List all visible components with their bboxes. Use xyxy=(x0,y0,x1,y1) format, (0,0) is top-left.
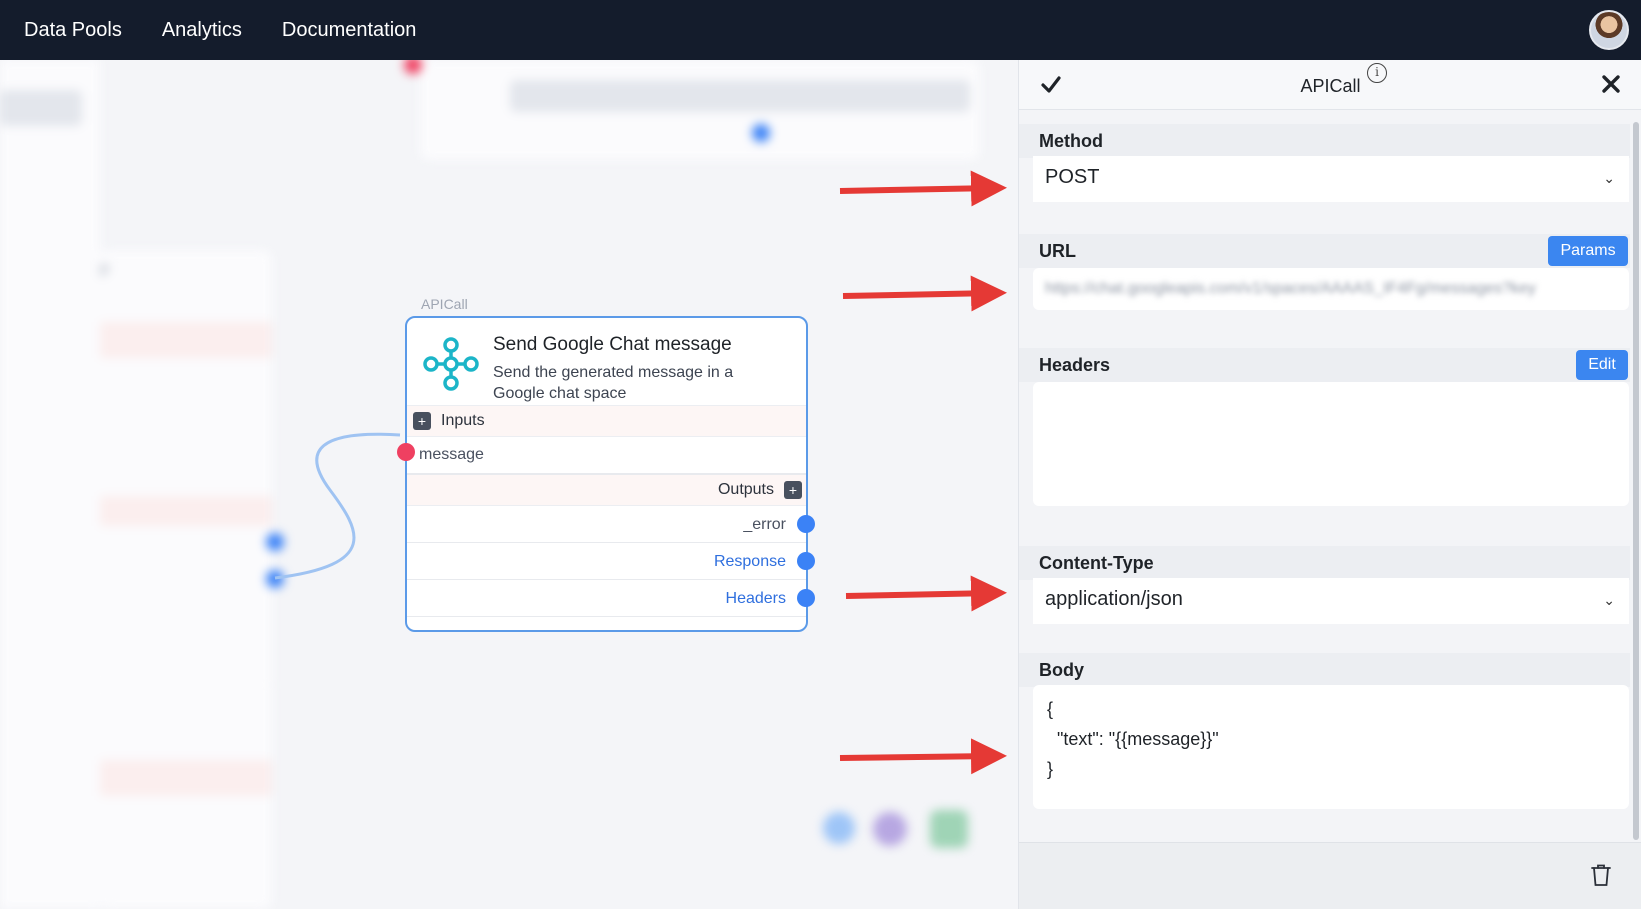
info-icon[interactable]: i xyxy=(1367,63,1387,83)
node-type-label: APICall xyxy=(421,296,468,312)
body-editor[interactable]: { "text": "{{message}}" } xyxy=(1033,685,1629,809)
body-line-3: } xyxy=(1047,759,1054,779)
panel-header: APICall i xyxy=(1019,60,1641,110)
outputs-label: Outputs xyxy=(717,481,774,498)
params-button[interactable]: Params xyxy=(1548,236,1628,266)
output-row-response: Response xyxy=(407,543,806,580)
edit-headers-button[interactable]: Edit xyxy=(1576,350,1628,380)
content-type-value: application/json xyxy=(1045,588,1183,610)
panel-title: APICall xyxy=(1300,76,1361,96)
user-avatar[interactable] xyxy=(1589,10,1629,50)
chevron-down-icon: ⌄ xyxy=(1603,592,1615,608)
input-port-message[interactable] xyxy=(397,443,415,461)
node-config-panel: APICall i Method POST ⌄ URL Params https… xyxy=(1018,60,1641,909)
add-output-icon[interactable]: + xyxy=(784,481,802,499)
trash-icon[interactable] xyxy=(1590,863,1612,887)
api-flower-icon xyxy=(423,337,479,391)
content-type-select[interactable]: application/json ⌄ xyxy=(1033,578,1629,624)
panel-footer xyxy=(1019,842,1641,909)
nav-analytics[interactable]: Analytics xyxy=(162,19,242,42)
output-error-label: _error xyxy=(743,516,786,533)
method-value: POST xyxy=(1045,166,1100,188)
inputs-section: + Inputs xyxy=(407,406,806,437)
content-type-label: Content-Type xyxy=(1039,553,1154,573)
flow-canvas[interactable]: p APICall Send Google Chat message Send … xyxy=(0,60,1018,909)
outputs-section: Outputs + xyxy=(407,475,806,506)
input-port-label: message xyxy=(419,446,484,463)
nav-data-pools[interactable]: Data Pools xyxy=(24,19,122,42)
url-value: https://chat.googleapis.com/v1/spaces/AA… xyxy=(1045,280,1536,297)
output-headers-label: Headers xyxy=(725,590,786,607)
nav-documentation[interactable]: Documentation xyxy=(282,19,417,42)
output-response-label: Response xyxy=(713,553,786,570)
body-label: Body xyxy=(1039,660,1084,680)
method-select[interactable]: POST ⌄ xyxy=(1033,156,1629,202)
add-input-icon[interactable]: + xyxy=(413,412,431,430)
body-line-1: { xyxy=(1047,699,1054,719)
node-title: Send Google Chat message xyxy=(493,334,732,355)
url-input[interactable]: https://chat.googleapis.com/v1/spaces/AA… xyxy=(1033,268,1629,310)
inputs-label: Inputs xyxy=(441,412,485,429)
body-line-2: "text": "{{message}}" xyxy=(1047,729,1219,749)
output-port-headers[interactable] xyxy=(797,589,815,607)
output-port-error[interactable] xyxy=(797,515,815,533)
node-description: Send the generated message in a Google c… xyxy=(493,364,734,402)
method-label: Method xyxy=(1039,131,1103,151)
headers-label-row: Headers xyxy=(1019,348,1630,382)
chevron-down-icon: ⌄ xyxy=(1603,170,1615,186)
api-call-node[interactable]: Send Google Chat message Send the genera… xyxy=(405,316,808,632)
output-port-response[interactable] xyxy=(797,552,815,570)
close-icon[interactable] xyxy=(1599,72,1623,96)
input-row-message: message xyxy=(407,437,806,475)
panel-scrollbar[interactable] xyxy=(1633,122,1639,840)
body-label-row: Body xyxy=(1019,653,1630,687)
headers-box[interactable] xyxy=(1033,382,1629,506)
headers-label: Headers xyxy=(1039,355,1111,375)
output-row-error: _error xyxy=(407,506,806,543)
node-header: Send Google Chat message Send the genera… xyxy=(407,318,806,406)
method-label-row: Method xyxy=(1019,124,1630,158)
url-label-row: URL xyxy=(1019,234,1630,268)
top-nav: Data Pools Analytics Documentation xyxy=(0,0,1641,60)
content-type-label-row: Content-Type xyxy=(1019,546,1630,580)
url-label: URL xyxy=(1039,241,1076,261)
output-row-headers: Headers xyxy=(407,580,806,617)
